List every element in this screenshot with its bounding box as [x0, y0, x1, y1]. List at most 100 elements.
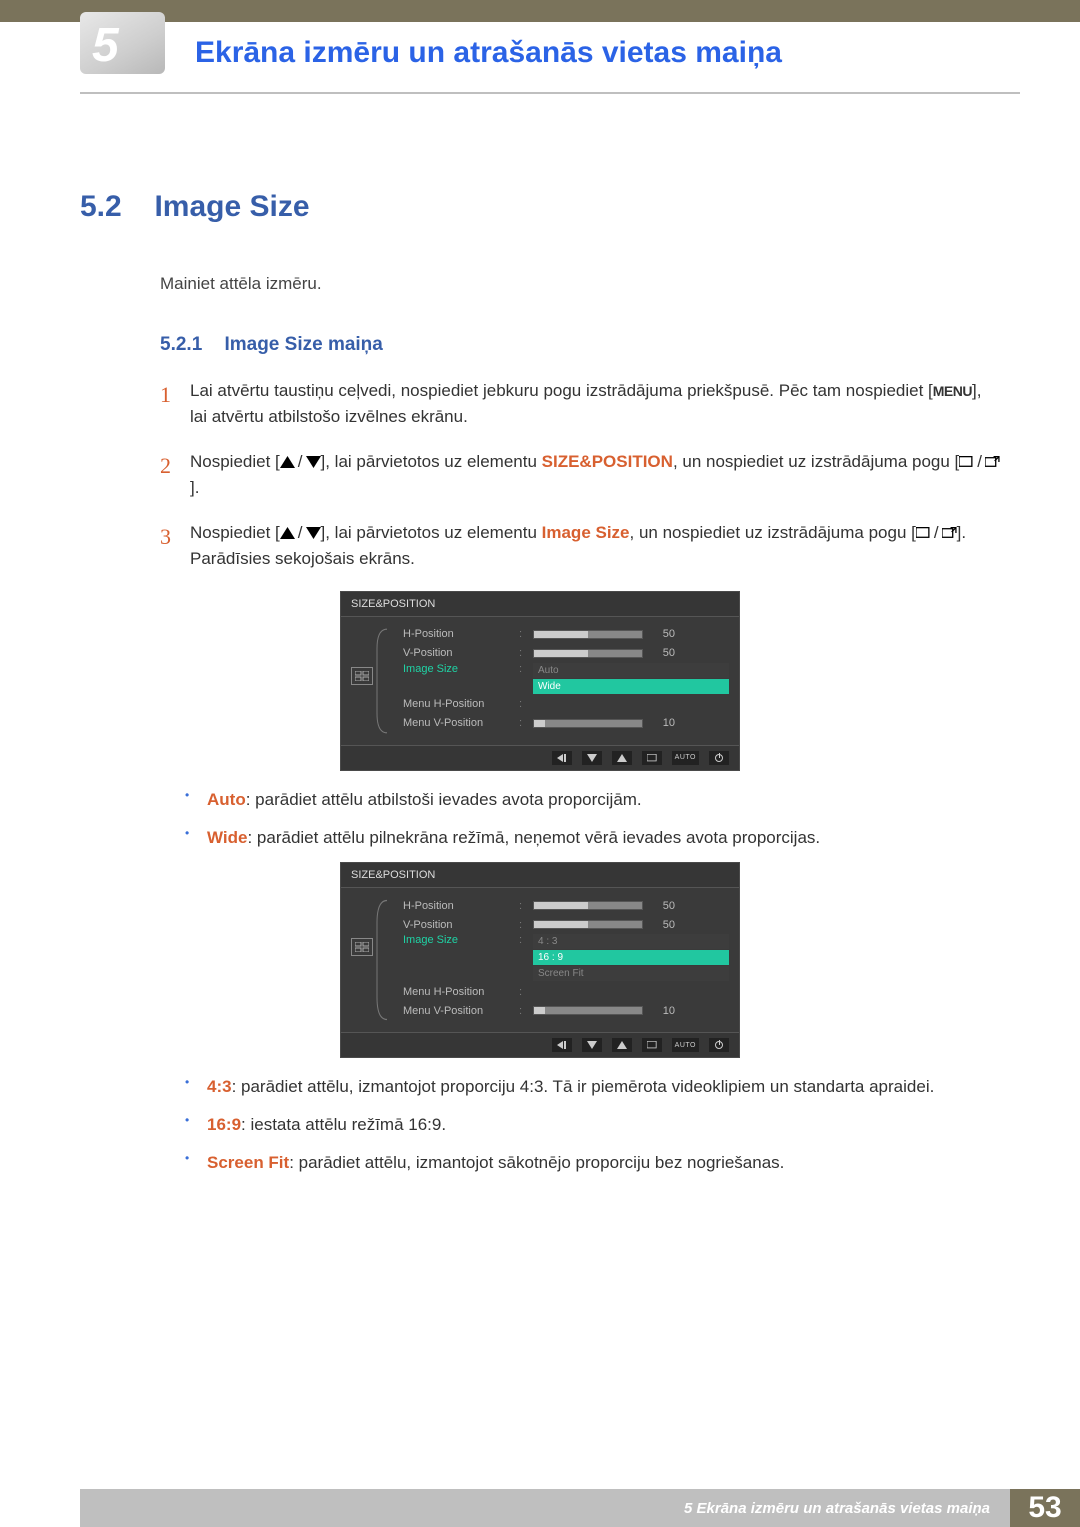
chapter-number: 5	[92, 18, 118, 73]
subsection-number: 5.2.1	[160, 334, 220, 356]
value: 50	[649, 628, 675, 640]
label: H-Position	[403, 900, 511, 912]
enter-icon	[642, 751, 662, 765]
power-icon	[709, 751, 729, 765]
page-number: 53	[1010, 1489, 1080, 1527]
osd-row-hposition: H-Position:50	[403, 896, 729, 915]
label: Image Size	[403, 934, 511, 946]
nav-left-icon	[552, 1038, 572, 1052]
osd-footer: AUTO	[341, 745, 739, 770]
option-wide: Wide	[533, 679, 729, 694]
text: , un nospiediet uz izstrādājuma pogu [	[630, 523, 916, 542]
bullet-4-3: 4:3: parādiet attēlu, izmantojot proporc…	[185, 1072, 1000, 1102]
osd-title: SIZE&POSITION	[341, 863, 739, 888]
value: 50	[649, 900, 675, 912]
section-number: 5.2	[80, 190, 150, 224]
step-number: 1	[160, 378, 190, 431]
text: ], lai pārvietotos uz elementu	[321, 452, 542, 471]
text: ], lai pārvietotos uz elementu	[321, 523, 542, 542]
label: AUTO	[675, 754, 696, 761]
option-auto: Auto	[533, 663, 729, 678]
auto-button: AUTO	[672, 751, 699, 765]
keyword: Auto	[207, 790, 246, 809]
section-title: Image Size	[154, 190, 309, 223]
enter-source-icon: /	[959, 449, 1000, 475]
nav-down-icon	[582, 751, 602, 765]
menu-keyword: MENU	[933, 383, 972, 399]
text: : parādiet attēlu atbilstoši ievades avo…	[246, 790, 642, 809]
osd-row-imagesize: Image Size:4 : 316 : 9Screen Fit	[403, 934, 729, 982]
label: Image Size	[403, 663, 511, 675]
value: 50	[649, 647, 675, 659]
step-body: Nospiediet [/], lai pārvietotos uz eleme…	[190, 449, 1000, 502]
osd-footer: AUTO	[341, 1032, 739, 1057]
keyword: Screen Fit	[207, 1153, 289, 1172]
text: : parādiet attēlu pilnekrāna režīmā, neņ…	[247, 828, 820, 847]
label: V-Position	[403, 647, 511, 659]
up-down-icon: /	[280, 449, 321, 475]
text: Nospiediet [	[190, 523, 280, 542]
label: AUTO	[675, 1042, 696, 1049]
page-title: Ekrāna izmēru un atrašanās vietas maiņa	[195, 36, 782, 70]
step-number: 3	[160, 520, 190, 573]
bullet-auto: Auto: parādiet attēlu atbilstoši ievades…	[185, 785, 1000, 815]
option-screen-fit: Screen Fit	[533, 966, 729, 981]
value: 50	[649, 919, 675, 931]
bullet-list-2: 4:3: parādiet attēlu, izmantojot proporc…	[185, 1072, 1000, 1177]
osd-row-imagesize: Image Size:AutoWide	[403, 663, 729, 695]
osd-title: SIZE&POSITION	[341, 592, 739, 617]
bullet-wide: Wide: parādiet attēlu pilnekrāna režīmā,…	[185, 823, 1000, 853]
label: Menu V-Position	[403, 717, 511, 729]
enter-icon	[642, 1038, 662, 1052]
power-icon	[709, 1038, 729, 1052]
text: ].	[190, 478, 199, 497]
section-intro: Mainiet attēla izmēru.	[160, 274, 1000, 294]
bullet-16-9: 16:9: iestata attēlu režīmā 16:9.	[185, 1110, 1000, 1140]
osd-row-menu-vposition: Menu V-Position:10	[403, 714, 729, 733]
text: Nospiediet [	[190, 452, 280, 471]
step-2: 2 Nospiediet [/], lai pārvietotos uz ele…	[160, 449, 1000, 502]
label: Menu H-Position	[403, 698, 511, 710]
enter-source-icon: /	[916, 520, 957, 546]
step-body: Nospiediet [/], lai pārvietotos uz eleme…	[190, 520, 1000, 573]
option-16-9: 16 : 9	[533, 950, 729, 965]
subsection-heading: 5.2.1 Image Size maiņa	[160, 334, 1000, 356]
osd-row-menu-hposition: Menu H-Position:	[403, 982, 729, 1001]
nav-left-icon	[552, 751, 572, 765]
option-4-3: 4 : 3	[533, 934, 729, 949]
footer-text: 5 Ekrāna izmēru un atrašanās vietas maiņ…	[0, 1489, 1010, 1527]
text: , un nospiediet uz izstrādājuma pogu [	[673, 452, 959, 471]
text: Lai atvērtu taustiņu ceļvedi, nospiediet…	[190, 381, 933, 400]
nav-down-icon	[582, 1038, 602, 1052]
osd-category-icon	[351, 625, 377, 733]
step-3: 3 Nospiediet [/], lai pārvietotos uz ele…	[160, 520, 1000, 573]
osd-row-menu-hposition: Menu H-Position:	[403, 695, 729, 714]
label: V-Position	[403, 919, 511, 931]
value: 10	[649, 1005, 675, 1017]
bullet-list-1: Auto: parādiet attēlu atbilstoši ievades…	[185, 785, 1000, 853]
subsection-title: Image Size maiņa	[224, 334, 382, 355]
osd-row-vposition: V-Position:50	[403, 915, 729, 934]
nav-up-icon	[612, 751, 632, 765]
osd-panel-2: SIZE&POSITION H-Position:50 V-Position:5…	[340, 862, 740, 1058]
up-down-icon: /	[280, 520, 321, 546]
label: H-Position	[403, 628, 511, 640]
keyword: Image Size	[542, 523, 630, 542]
bracket-icon	[375, 898, 389, 1022]
keyword: SIZE&POSITION	[542, 452, 673, 471]
osd-panel-1: SIZE&POSITION H-Position:50 V-Position:5…	[340, 591, 740, 771]
chapter-badge: 5	[80, 12, 165, 74]
text: : iestata attēlu režīmā 16:9.	[241, 1115, 446, 1134]
step-body: Lai atvērtu taustiņu ceļvedi, nospiediet…	[190, 378, 1000, 431]
value: 10	[649, 717, 675, 729]
bracket-icon	[375, 627, 389, 735]
bullet-screen-fit: Screen Fit: parādiet attēlu, izmantojot …	[185, 1148, 1000, 1178]
nav-up-icon	[612, 1038, 632, 1052]
step-1: 1 Lai atvērtu taustiņu ceļvedi, nospiedi…	[160, 378, 1000, 431]
keyword: 4:3	[207, 1077, 232, 1096]
label: Menu H-Position	[403, 986, 511, 998]
step-number: 2	[160, 449, 190, 502]
text: : parādiet attēlu, izmantojot proporciju…	[232, 1077, 935, 1096]
label: Menu V-Position	[403, 1005, 511, 1017]
osd-row-menu-vposition: Menu V-Position:10	[403, 1001, 729, 1020]
